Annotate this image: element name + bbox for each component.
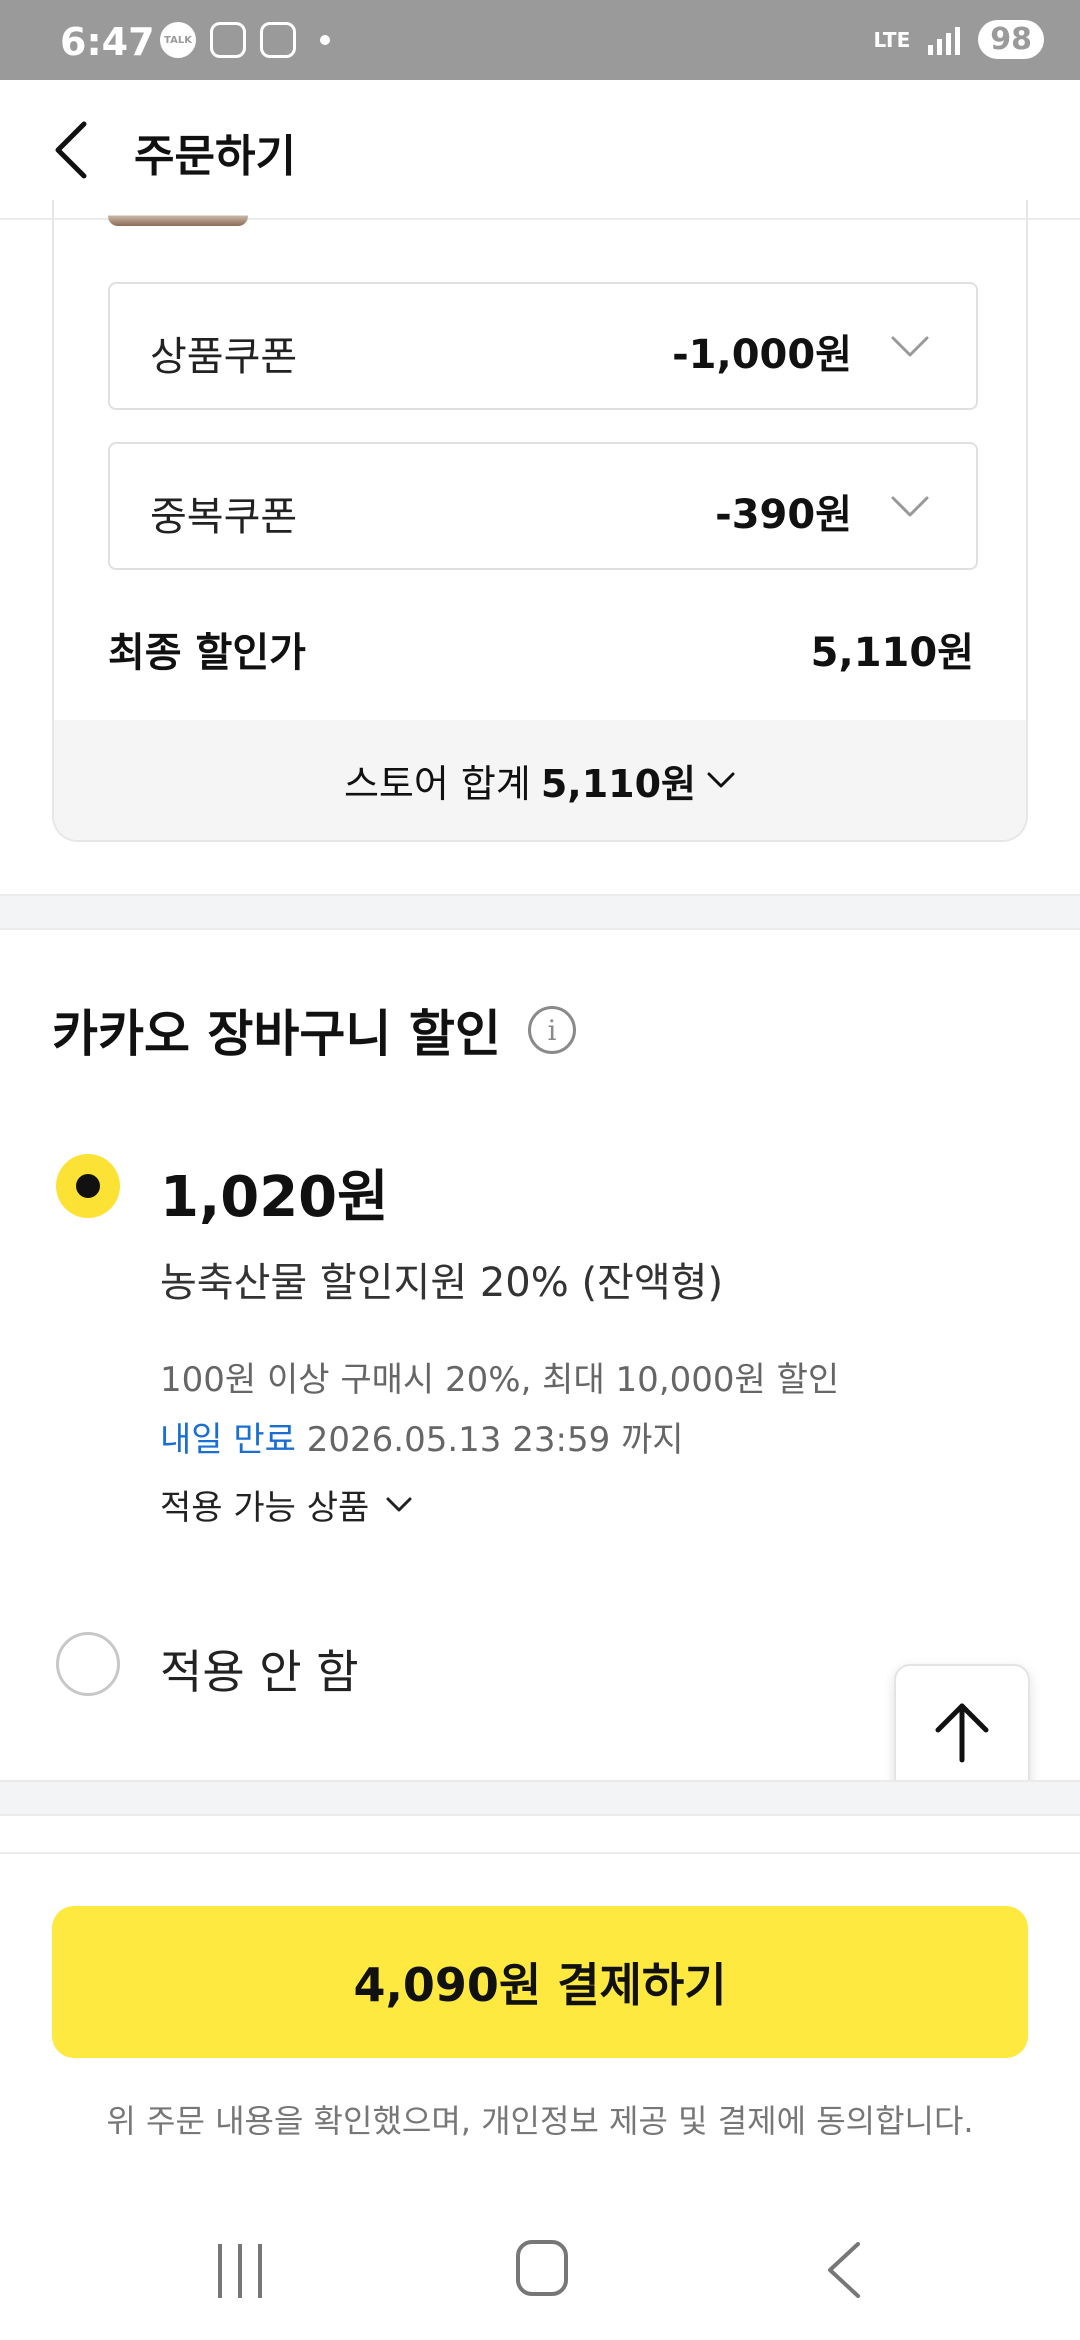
more-notifications-dot-icon bbox=[320, 35, 330, 45]
final-price-value: 5,110원 bbox=[810, 630, 974, 676]
recent-apps-button[interactable] bbox=[218, 2244, 262, 2298]
bottom-divider bbox=[0, 1852, 1080, 1854]
no-apply-label[interactable]: 적용 안 함 bbox=[160, 1636, 359, 1702]
kakaotalk-notification-icon: TALK bbox=[160, 22, 196, 58]
page-title: 주문하기 bbox=[134, 131, 296, 182]
chevron-down-icon bbox=[891, 336, 929, 357]
product-thumbnail bbox=[108, 200, 248, 226]
status-system-icons: LTE 98 bbox=[873, 20, 1044, 59]
coupon-label: 중복쿠폰 bbox=[150, 494, 298, 540]
product-coupon-select[interactable]: 상품쿠폰 -1,000원 bbox=[108, 282, 978, 410]
chevron-left-icon bbox=[55, 121, 87, 179]
coupon-value: -1,000원 bbox=[672, 332, 852, 378]
coupon-label: 상품쿠폰 bbox=[150, 334, 298, 380]
kakao-discount-title: 카카오 장바구니 할인 bbox=[52, 1005, 501, 1063]
store-total-amount: 5,110원 bbox=[540, 761, 697, 806]
duplicate-coupon-select[interactable]: 중복쿠폰 -390원 bbox=[108, 442, 978, 570]
applicable-products-toggle[interactable]: 적용 가능 상품 bbox=[160, 1480, 413, 1529]
no-apply-radio[interactable] bbox=[56, 1632, 120, 1696]
radio-selected-dot bbox=[76, 1174, 100, 1198]
chevron-down-icon bbox=[891, 496, 929, 517]
store-total-label: 스토어 합계 bbox=[343, 761, 531, 806]
pay-button[interactable]: 4,090원 결제하기 bbox=[52, 1906, 1028, 2058]
discount-amount: 1,020원 bbox=[160, 1165, 389, 1230]
signal-icon bbox=[928, 25, 961, 55]
status-bar: 6:47 TALK LTE 98 bbox=[0, 0, 1080, 80]
chevron-down-icon bbox=[386, 1497, 412, 1511]
battery-level: 98 bbox=[978, 20, 1044, 59]
payment-agreement-text: 위 주문 내용을 확인했으며, 개인정보 제공 및 결제에 동의합니다. bbox=[106, 2102, 974, 2140]
coupon-value: -390원 bbox=[715, 492, 852, 538]
expiry-soon-label: 내일 만료 bbox=[160, 1420, 296, 1460]
status-time: 6:47 bbox=[60, 20, 155, 64]
discount-condition: 100원 이상 구매시 20%, 최대 10,000원 할인 bbox=[160, 1360, 840, 1400]
home-button[interactable] bbox=[516, 2240, 568, 2296]
applicable-products-label: 적용 가능 상품 bbox=[160, 1488, 370, 1528]
discount-option-radio[interactable] bbox=[56, 1154, 120, 1218]
expiry-date: 2026.05.13 23:59 까지 bbox=[306, 1420, 684, 1460]
gallery-notification-icon bbox=[210, 22, 246, 58]
store-order-card: 상품쿠폰 -1,000원 중복쿠폰 -390원 최종 할인가 5,110원 스토… bbox=[52, 200, 1028, 842]
status-notification-icons: TALK bbox=[160, 22, 330, 58]
info-icon[interactable]: i bbox=[528, 1006, 576, 1054]
clipboard-notification-icon bbox=[260, 22, 296, 58]
network-type: LTE bbox=[873, 27, 911, 52]
system-back-button[interactable] bbox=[824, 2240, 864, 2300]
chevron-left-icon bbox=[828, 2242, 860, 2298]
arrow-up-icon bbox=[935, 1703, 989, 1763]
back-button[interactable] bbox=[48, 118, 96, 182]
discount-expiry: 내일 만료 2026.05.13 23:59 까지 bbox=[160, 1412, 684, 1461]
app-header: 주문하기 bbox=[0, 80, 1080, 220]
chevron-down-icon bbox=[707, 772, 735, 788]
system-navigation-bar bbox=[0, 2210, 1080, 2340]
final-price-label: 최종 할인가 bbox=[108, 630, 306, 676]
section-divider bbox=[0, 894, 1080, 930]
store-total-toggle[interactable]: 스토어 합계 5,110원 bbox=[54, 720, 1026, 840]
discount-name: 농축산물 할인지원 20% (잔액형) bbox=[160, 1260, 724, 1306]
section-divider bbox=[0, 1780, 1080, 1816]
